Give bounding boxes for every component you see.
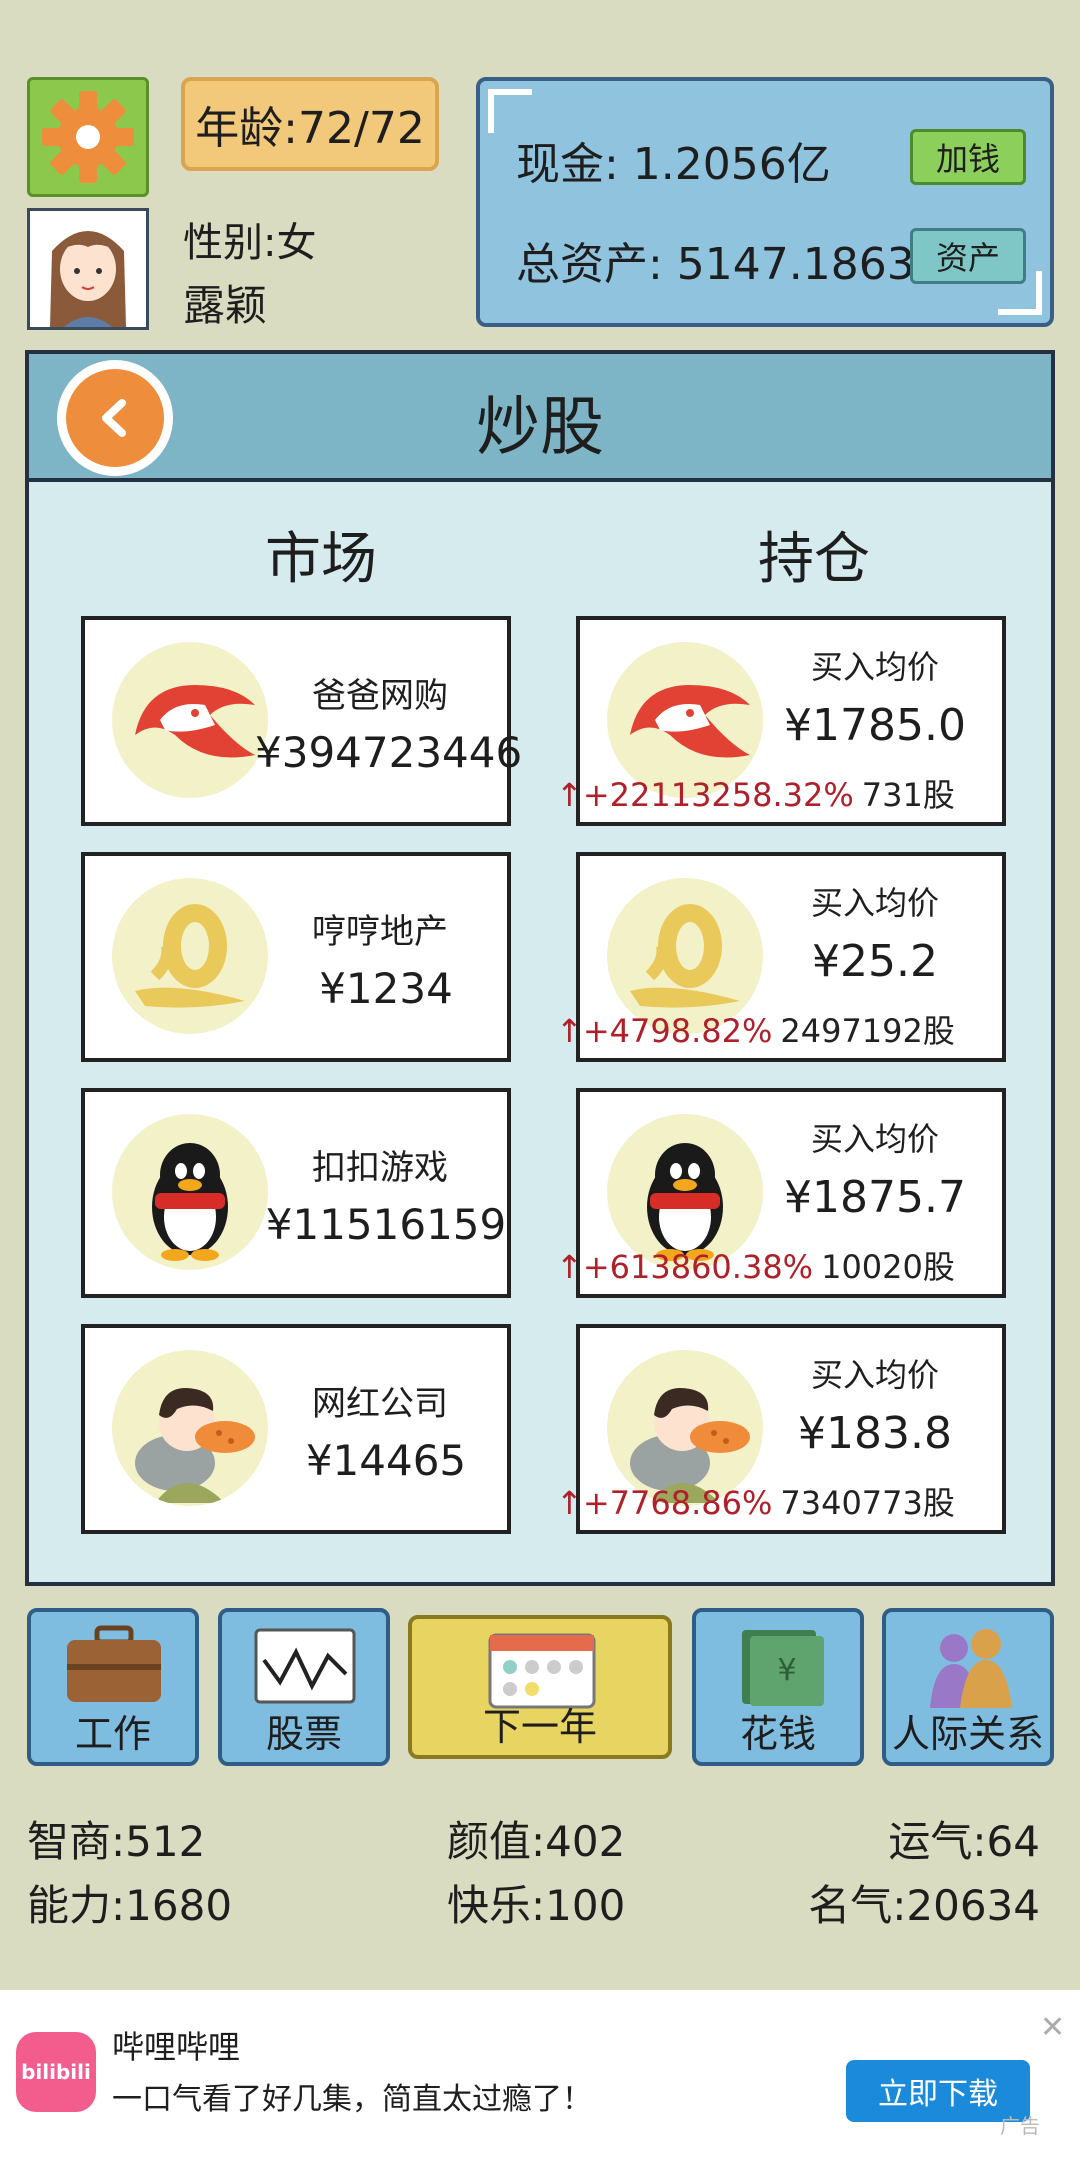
player-name: 露颖 [183, 281, 268, 330]
avg-price-value: ¥1875.7 [784, 1172, 966, 1223]
holding-card-coin[interactable]: 买入均价 ¥25.2 ↑+4798.82% 2497192股 [556, 852, 1006, 1062]
nav-label: 花钱 [739, 1712, 816, 1756]
stat-ability: 能力:1680 [27, 1881, 233, 1930]
gear-icon [42, 91, 134, 183]
stock-name: 爸爸网购 [312, 676, 448, 716]
market-card-coin[interactable]: 哼哼地产 ¥1234 [81, 852, 511, 1062]
avg-price-label: 买入均价 [810, 1356, 939, 1394]
market-card-penguin[interactable]: 扣扣游戏 ¥11516159 [81, 1088, 511, 1298]
relations-button[interactable]: 人际关系 [882, 1608, 1054, 1766]
total-assets-value: 总资产: 5147.1863亿 [516, 239, 916, 290]
panel-header: 炒股 [29, 354, 1051, 482]
market-card-ali[interactable]: 爸爸网购 ¥394723446 [81, 616, 522, 826]
stat-fame: 名气:20634 [808, 1881, 1040, 1930]
stat-looks: 颜值:402 [447, 1817, 626, 1866]
share-count: 10020股 [821, 1248, 955, 1286]
next-year-button[interactable]: 下一年 [408, 1615, 672, 1759]
assets-button[interactable]: 资产 [910, 228, 1026, 284]
share-count: 731股 [861, 776, 955, 814]
nav-label: 工作 [74, 1712, 151, 1756]
svg-text:¥: ¥ [777, 1653, 796, 1688]
close-icon[interactable]: ✕ [1040, 2010, 1065, 2045]
corner-decoration [488, 89, 532, 133]
stock-name: 哼哼地产 [312, 912, 448, 952]
stock-panel: 炒股 市场 持仓 爸爸网购 ¥394723446 哼哼地产 ¥1234 扣扣游戏… [25, 350, 1055, 1586]
percent-change: ↑+4798.82% [556, 1012, 773, 1050]
market-card-influencer[interactable]: 网红公司 ¥14465 [81, 1324, 511, 1534]
nav-label: 人际关系 [891, 1712, 1044, 1756]
avatar[interactable] [27, 208, 149, 330]
gender-label: 性别:女 [183, 220, 317, 266]
stock-name: 扣扣游戏 [312, 1148, 448, 1188]
stat-iq: 智商:512 [27, 1817, 206, 1866]
holding-change-line: ↑+613860.38% 10020股 [556, 1242, 955, 1288]
stat-luck: 运气:64 [888, 1817, 1040, 1866]
work-button[interactable]: 工作 [27, 1608, 199, 1766]
market-heading: 市场 [265, 527, 377, 592]
cash-value: 现金: 1.2056亿 [516, 139, 831, 190]
stock-price: ¥14465 [305, 1436, 467, 1485]
ad-banner[interactable]: bilibili 哔哩哔哩 一口气看了好几集，简直太过瘾了！ 立即下载 ✕ 广告 [0, 1990, 1080, 2160]
holding-change-line: ↑+7768.86% 7340773股 [556, 1478, 955, 1524]
briefcase-icon [67, 1625, 161, 1702]
percent-change: ↑+7768.86% [556, 1484, 773, 1522]
back-button[interactable] [57, 360, 173, 476]
people-icon [930, 1629, 1012, 1708]
avg-price-value: ¥25.2 [812, 936, 938, 987]
chevron-left-icon [102, 399, 126, 437]
stock-price: ¥394723446 [255, 728, 523, 777]
settings-button[interactable] [27, 77, 149, 197]
holdings-heading: 持仓 [758, 527, 870, 592]
avg-price-value: ¥1785.0 [784, 700, 966, 751]
add-money-button[interactable]: 加钱 [910, 129, 1026, 185]
stock-price: ¥1234 [319, 964, 453, 1013]
stock-chart-icon [254, 1628, 356, 1704]
nav-label: 股票 [265, 1712, 342, 1756]
stock-price: ¥11516159 [265, 1200, 507, 1249]
holding-card-ali[interactable]: 买入均价 ¥1785.0 ↑+22113258.32% 731股 [556, 616, 1006, 826]
holding-card-penguin[interactable]: 买入均价 ¥1875.7 ↑+613860.38% 10020股 [556, 1088, 1006, 1298]
ad-tag: 广告 [1000, 2114, 1040, 2138]
stock-name: 网红公司 [312, 1384, 448, 1424]
percent-change: ↑+22113258.32% [556, 776, 854, 814]
share-count: 7340773股 [780, 1484, 955, 1522]
ad-title: 哔哩哔哩 [112, 2028, 241, 2066]
avg-price-label: 买入均价 [810, 884, 939, 922]
percent-change: ↑+613860.38% [556, 1248, 814, 1286]
influencer-logo-icon [112, 1350, 268, 1506]
share-count: 2497192股 [780, 1012, 955, 1050]
bilibili-logo-icon: bilibili [16, 2032, 96, 2112]
avg-price-label: 买入均价 [810, 1120, 939, 1158]
stat-happiness: 快乐:100 [447, 1881, 626, 1930]
age-display: 年龄:72/72 [181, 77, 439, 171]
cash-stack-icon: ¥ [742, 1630, 824, 1706]
avg-price-value: ¥183.8 [798, 1408, 952, 1459]
coin-logo-icon [112, 878, 268, 1034]
holding-card-influencer[interactable]: 买入均价 ¥183.8 ↑+7768.86% 7340773股 [556, 1324, 1006, 1534]
penguin-logo-icon [112, 1114, 268, 1270]
spend-button[interactable]: ¥ 花钱 [692, 1608, 864, 1766]
panel-title: 炒股 [476, 391, 604, 465]
nav-label: 下一年 [482, 1705, 597, 1749]
girl-avatar-icon [50, 231, 126, 327]
holding-change-line: ↑+4798.82% 2497192股 [556, 1006, 955, 1052]
avg-price-label: 买入均价 [810, 648, 939, 686]
stocks-button[interactable]: 股票 [218, 1608, 390, 1766]
ali-logo-icon [112, 642, 268, 798]
ad-description: 一口气看了好几集，简直太过瘾了！ [112, 2082, 592, 2117]
holding-change-line: ↑+22113258.32% 731股 [556, 770, 955, 816]
